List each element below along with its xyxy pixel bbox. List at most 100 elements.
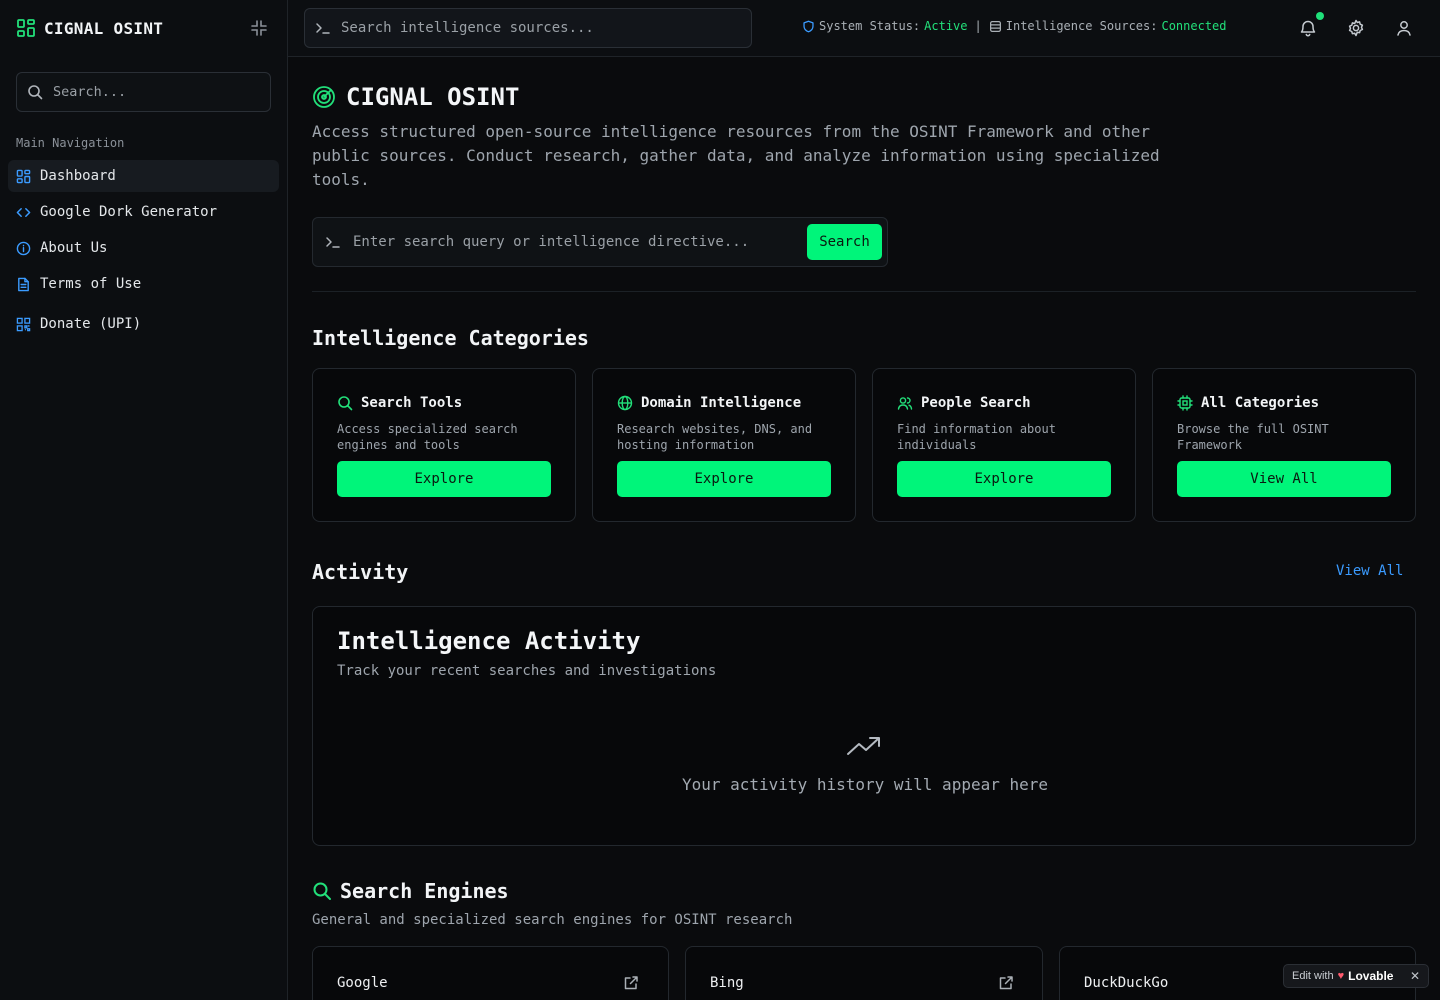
badge-prefix: Edit with: [1292, 970, 1334, 982]
card-title: Search Tools: [361, 395, 463, 411]
nav-item-google-dork-generator[interactable]: Google Dork Generator: [8, 196, 279, 228]
trending-up-icon: [847, 737, 880, 755]
code-icon: [16, 207, 31, 217]
category-card-domain-intelligence: Domain Intelligence Research websites, D…: [592, 368, 856, 522]
card-header: All Categories: [1177, 395, 1319, 411]
card-title: People Search: [921, 395, 1031, 411]
category-card-search-tools: Search Tools Access specialized search e…: [312, 368, 576, 522]
card-header: Search Tools: [337, 395, 462, 411]
activity-title: Activity: [312, 560, 409, 584]
card-header: Domain Intelligence: [617, 395, 801, 411]
activity-card: Intelligence Activity Track your recent …: [312, 606, 1416, 846]
system-status-label: System Status:: [819, 19, 921, 33]
card-description: Find information about individuals: [897, 422, 1056, 452]
system-status-value: Active: [924, 19, 968, 33]
explore-domain-intelligence-button[interactable]: Explore: [617, 461, 831, 497]
nav-label: Terms of Use: [40, 276, 142, 292]
globe-icon: [617, 395, 633, 411]
activity-card-title: Intelligence Activity: [337, 627, 641, 655]
intelligence-search-bar: Search: [312, 217, 888, 267]
nav-section-title: Main Navigation: [16, 136, 125, 150]
explore-people-search-button[interactable]: Explore: [897, 461, 1111, 497]
brand-name: CIGNAL OSINT: [44, 18, 164, 38]
grid-logo-icon: [17, 19, 35, 37]
grid-icon: [16, 169, 31, 183]
category-card-all-categories: All Categories Browse the full OSINT Fra…: [1152, 368, 1416, 522]
search-button[interactable]: Search: [807, 224, 882, 260]
database-icon: [989, 20, 1001, 32]
activity-card-subtitle: Track your recent searches and investiga…: [337, 663, 717, 679]
explore-search-tools-button[interactable]: Explore: [337, 461, 551, 497]
user-icon[interactable]: [1394, 18, 1414, 38]
engine-card-google[interactable]: Google: [312, 946, 669, 1000]
external-link-icon[interactable]: [623, 975, 639, 991]
nav-label: Donate (UPI): [40, 316, 142, 332]
top-header: System Status: Active | Intelligence Sou…: [288, 0, 1440, 57]
header-search[interactable]: [304, 8, 752, 48]
terminal-icon: [326, 237, 340, 248]
search-engines-heading: Search Engines: [312, 879, 509, 903]
nav-item-terms-of-use[interactable]: Terms of Use: [8, 268, 279, 300]
activity-empty-message: Your activity history will appear here: [681, 775, 1049, 794]
categories-title: Intelligence Categories: [312, 326, 589, 350]
engine-name: Google: [337, 975, 388, 991]
qr-code-icon: [16, 317, 31, 331]
bell-icon[interactable]: [1298, 18, 1318, 38]
nav-label: Dashboard: [40, 168, 116, 184]
info-icon: [16, 241, 31, 255]
card-title: Domain Intelligence: [641, 395, 802, 411]
edit-with-lovable-badge[interactable]: Edit with ♥ Lovable ✕: [1283, 964, 1429, 988]
card-description: Access specialized search engines and to…: [337, 422, 518, 452]
card-header: People Search: [897, 395, 1031, 411]
activity-view-all-link[interactable]: View All: [1336, 563, 1403, 579]
cpu-icon: [1177, 395, 1193, 411]
users-icon: [897, 397, 913, 410]
search-icon: [313, 882, 331, 900]
card-title: All Categories: [1201, 395, 1320, 411]
engine-card-bing[interactable]: Bing: [685, 946, 1043, 1000]
external-link-icon[interactable]: [998, 975, 1014, 991]
nav-item-donate-upi[interactable]: Donate (UPI): [8, 308, 279, 340]
sidebar: CIGNAL OSINT Main Navigation Dashboard G…: [0, 0, 288, 1000]
search-engines-subtitle: General and specialized search engines f…: [312, 912, 793, 928]
search-icon: [28, 85, 43, 100]
main-navigation: Dashboard Google Dork Generator About Us…: [8, 160, 279, 344]
shield-icon: [803, 20, 814, 32]
search-engines-title: Search Engines: [340, 879, 509, 903]
sidebar-search-input[interactable]: [53, 84, 253, 100]
search-icon: [338, 396, 353, 411]
hero-title-text: CIGNAL OSINT: [346, 83, 520, 111]
nav-item-about-us[interactable]: About Us: [8, 232, 279, 264]
nav-item-dashboard[interactable]: Dashboard: [8, 160, 279, 192]
view-all-categories-button[interactable]: View All: [1177, 461, 1391, 497]
nav-label: About Us: [40, 240, 108, 256]
hero-title: CIGNAL OSINT: [312, 83, 519, 111]
badge-brand: Lovable: [1348, 969, 1394, 983]
hero-description: Access structured open-source intelligen…: [312, 122, 1160, 189]
sidebar-brand[interactable]: CIGNAL OSINT: [16, 16, 163, 40]
collapse-sidebar-icon[interactable]: [250, 19, 268, 37]
status-separator: |: [974, 19, 982, 33]
header-search-input[interactable]: [341, 20, 721, 36]
category-card-people-search: People Search Find information about ind…: [872, 368, 1136, 522]
category-cards: Search Tools Access specialized search e…: [312, 368, 1416, 522]
gear-icon[interactable]: [1346, 18, 1366, 38]
intelligence-search-input[interactable]: [353, 234, 793, 250]
nav-label: Google Dork Generator: [40, 204, 218, 220]
sources-label: Intelligence Sources:: [1005, 19, 1158, 33]
engine-name: DuckDuckGo: [1084, 975, 1169, 991]
engine-name: Bing: [710, 975, 744, 991]
close-badge-button[interactable]: ✕: [1410, 969, 1420, 983]
card-description: Browse the full OSINT Framework: [1177, 422, 1329, 452]
terminal-icon: [316, 23, 330, 34]
search-engine-cards: Google Bing DuckDuckGo: [312, 946, 1416, 1000]
card-description: Research websites, DNS, and hosting info…: [617, 422, 813, 452]
sidebar-search[interactable]: [16, 72, 271, 112]
lovable-logo-icon: ♥: [1337, 970, 1345, 982]
notification-indicator: [1316, 12, 1324, 20]
system-status-bar: System Status: Active | Intelligence Sou…: [802, 19, 1227, 33]
section-divider: [312, 291, 1416, 292]
document-icon: [18, 277, 29, 291]
sources-value: Connected: [1161, 19, 1227, 33]
radar-icon: [313, 86, 335, 108]
